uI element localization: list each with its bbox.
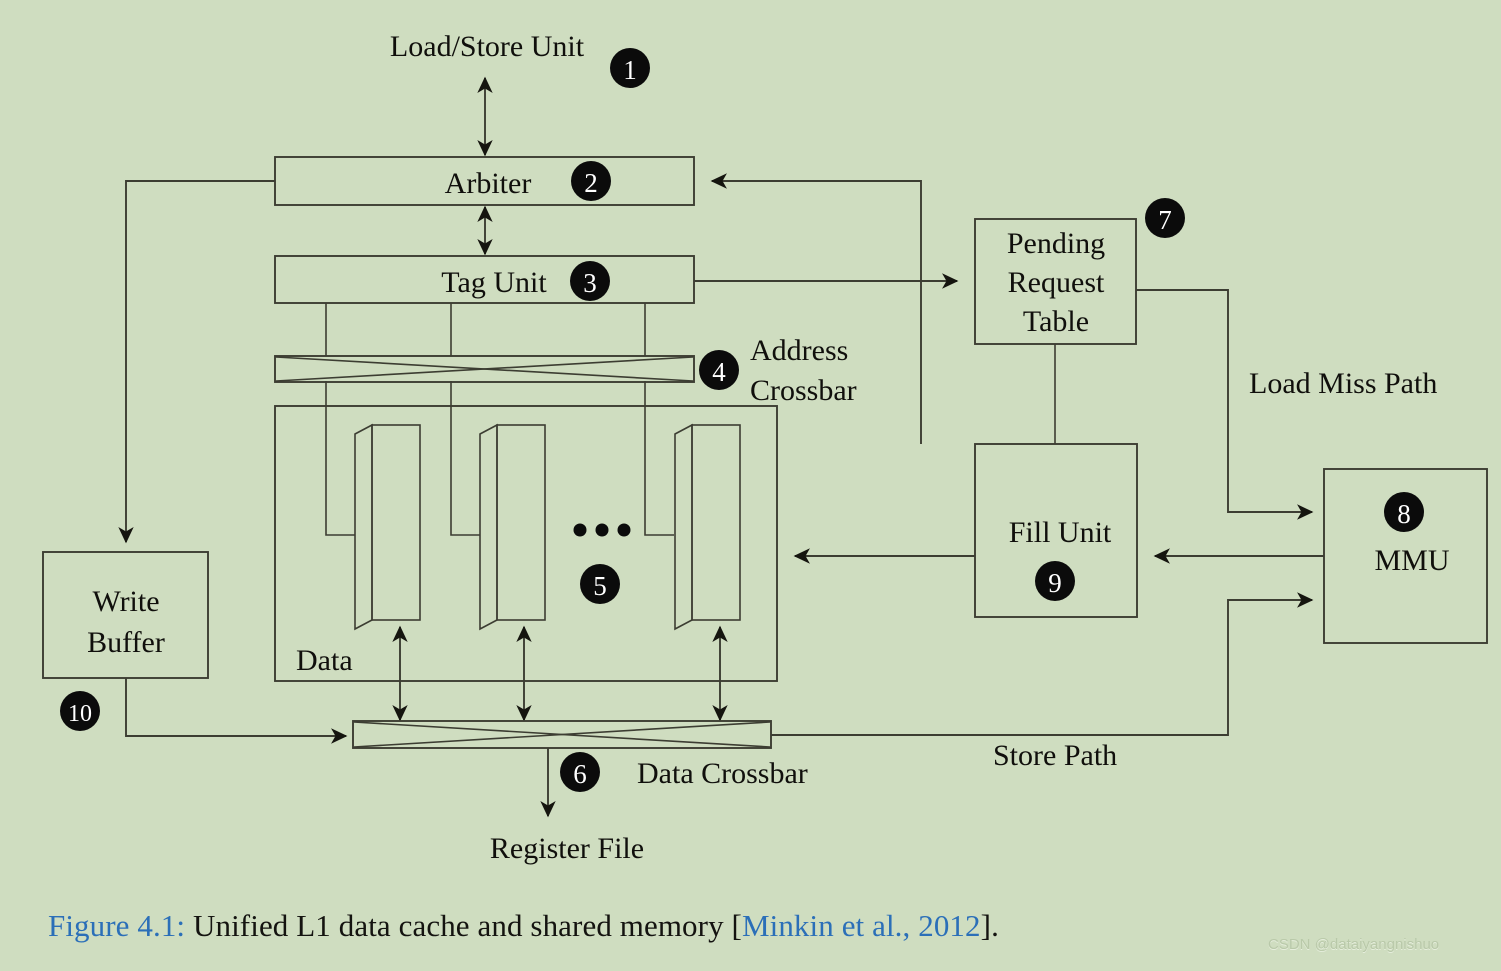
badge-8: 8 xyxy=(1384,492,1424,532)
edge-arbiter-writebuffer xyxy=(118,180,275,544)
badge-8-text: 8 xyxy=(1397,499,1411,529)
badge-9: 9 xyxy=(1035,561,1075,601)
tag-unit-label: Tag Unit xyxy=(441,266,547,299)
edge-xbar-bank-1b xyxy=(325,465,355,536)
unified-l1-cache-diagram: Load/Store Unit Arbiter Tag Unit Address… xyxy=(42,30,1488,865)
badge-1-text: 1 xyxy=(623,55,637,85)
write-buffer-label-line2: Buffer xyxy=(87,626,165,659)
edge-xbar-bank-3b xyxy=(644,465,674,536)
prt-label-line1: Pending xyxy=(1007,227,1105,260)
badge-1: 1 xyxy=(610,48,650,88)
data-ellipsis-icon xyxy=(573,523,631,537)
badge-4-text: 4 xyxy=(712,357,726,387)
connector-lines xyxy=(118,76,1324,818)
caption-figure-number: Figure 4.1: xyxy=(48,908,186,943)
figure-page: Load/Store Unit Arbiter Tag Unit Address… xyxy=(0,0,1501,971)
badge-6: 6 xyxy=(560,752,600,792)
address-crossbar-label-line1: Address xyxy=(750,334,848,367)
prt-label-line3: Table xyxy=(1023,305,1089,338)
write-buffer-label-line1: Write xyxy=(92,585,159,618)
prt-label-line2: Request xyxy=(1008,266,1105,299)
watermark-text: CSDN @dataiyangnishuo xyxy=(1268,936,1440,953)
fill-unit-label: Fill Unit xyxy=(1009,516,1112,549)
data-bank-1[interactable] xyxy=(354,423,421,631)
store-path-label: Store Path xyxy=(993,739,1117,772)
data-crossbar-label: Data Crossbar xyxy=(637,757,808,790)
data-block-box[interactable] xyxy=(274,405,778,682)
badge-10-text: 10 xyxy=(68,701,92,727)
register-file-label: Register File xyxy=(490,832,644,865)
caption-body-text: Unified L1 data cache and shared memory … xyxy=(185,908,742,943)
badge-4: 4 xyxy=(699,350,739,390)
badge-3: 3 xyxy=(570,261,610,301)
badge-6-text: 6 xyxy=(573,759,587,789)
address-crossbar-box[interactable] xyxy=(274,355,695,383)
edge-writebuffer-dataxbar xyxy=(125,678,348,744)
badge-7-text: 7 xyxy=(1158,205,1172,235)
edge-dataxbar-mmu-storepath xyxy=(771,592,1314,736)
badge-2: 2 xyxy=(571,161,611,201)
data-bank-2[interactable] xyxy=(479,423,546,631)
badge-9-text: 9 xyxy=(1048,568,1062,598)
badge-5-text: 5 xyxy=(593,571,607,601)
arbiter-label: Arbiter xyxy=(445,167,532,200)
load-miss-path-label: Load Miss Path xyxy=(1249,367,1437,400)
data-crossbar-box[interactable] xyxy=(352,720,772,749)
badge-2-text: 2 xyxy=(584,168,598,198)
mmu-label: MMU xyxy=(1374,544,1449,577)
load-store-unit-label: Load/Store Unit xyxy=(390,30,585,63)
figure-caption: Figure 4.1: Unified L1 data cache and sh… xyxy=(48,908,999,944)
badge-3-text: 3 xyxy=(583,268,597,298)
address-crossbar-label-line2: Crossbar xyxy=(750,374,857,407)
badge-5: 5 xyxy=(580,564,620,604)
edge-prt-mmu-loadmiss xyxy=(1136,289,1314,520)
data-bank-3[interactable] xyxy=(674,423,741,631)
data-label: Data xyxy=(296,644,353,677)
badge-7: 7 xyxy=(1145,198,1185,238)
caption-citation-link[interactable]: Minkin et al., 2012 xyxy=(742,908,981,943)
caption-suffix-text: ]. xyxy=(980,908,999,943)
edge-xbar-bank-2b xyxy=(450,465,480,536)
badge-10: 10 xyxy=(60,691,100,731)
